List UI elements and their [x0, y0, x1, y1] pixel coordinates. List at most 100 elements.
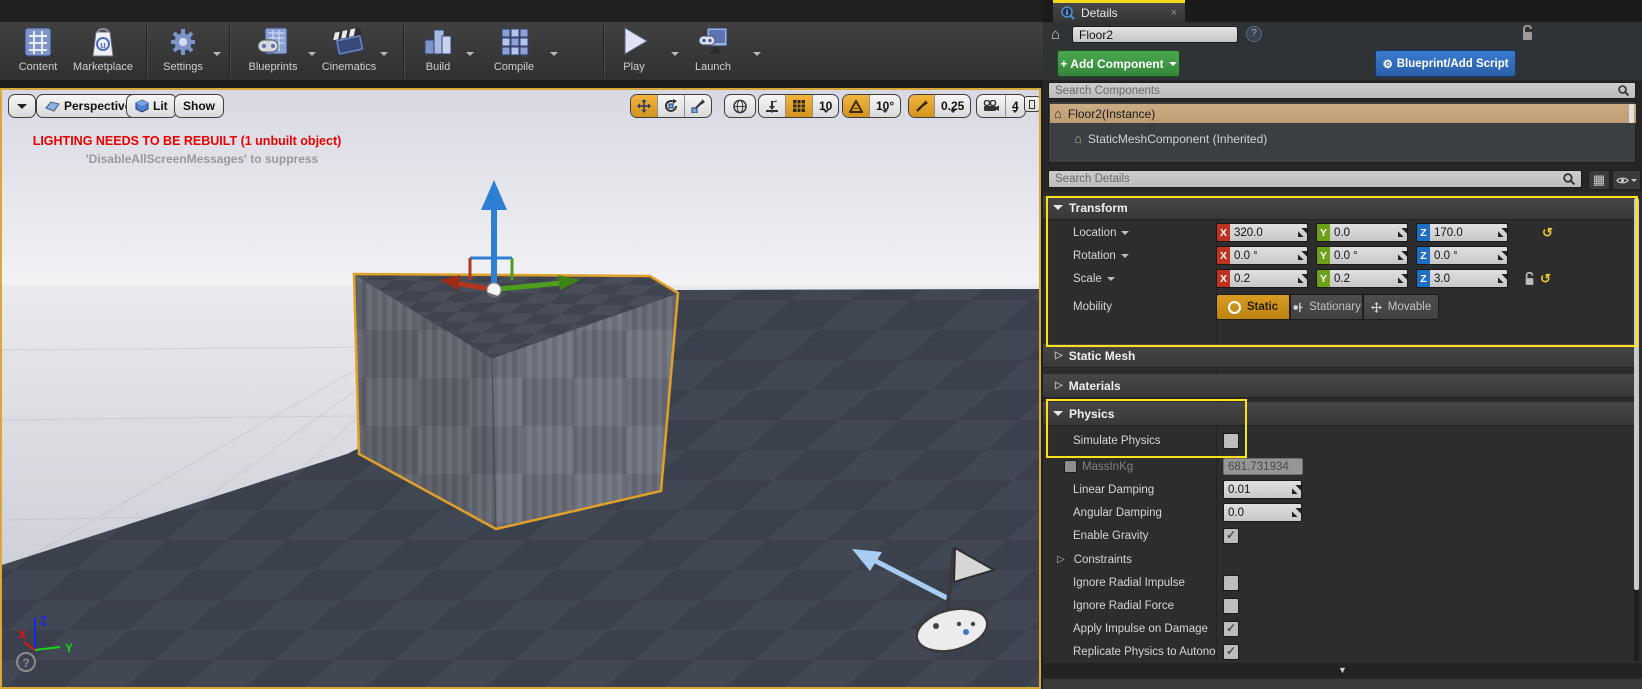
- rotation-snap-value-button[interactable]: 10°: [870, 95, 900, 117]
- unreal-editor-window: Content u Marketplace Settings Blueprint…: [0, 0, 1642, 689]
- grid-snap-toggle-button[interactable]: [786, 95, 813, 117]
- location-row: Location X 320.0 Y 0.0 Z 170.0 ↺: [1043, 222, 1635, 243]
- details-panel: i Details × ⌂ Floor2 ? + Add Component ⚙…: [1043, 0, 1642, 689]
- rotation-x-field[interactable]: X 0.0 °: [1216, 246, 1308, 265]
- actor-name-field[interactable]: Floor2: [1072, 26, 1238, 43]
- linear-damping-field[interactable]: 0.01: [1223, 480, 1302, 499]
- mobility-stationary-button[interactable]: Stationary: [1290, 294, 1363, 320]
- camera-speed-icon: [983, 100, 999, 111]
- scrollbar-thumb[interactable]: [1634, 198, 1639, 590]
- world-local-toggle-button[interactable]: [724, 94, 756, 118]
- search-icon: [1563, 173, 1575, 185]
- lock-icon[interactable]: [1521, 25, 1534, 41]
- launch-button[interactable]: Launch: [684, 24, 742, 78]
- chevron-down-icon[interactable]: [308, 52, 316, 60]
- add-component-button[interactable]: + Add Component: [1057, 50, 1180, 77]
- perspective-button[interactable]: Perspective: [36, 94, 141, 118]
- show-menu-button[interactable]: Show: [174, 94, 224, 118]
- play-button[interactable]: Play: [606, 24, 662, 78]
- display-filter-button[interactable]: [1612, 170, 1641, 190]
- camera-speed-button[interactable]: [977, 95, 1006, 117]
- blueprint-add-script-button[interactable]: ⚙ Blueprint/Add Script: [1375, 50, 1516, 77]
- rotation-snap-toggle-button[interactable]: [843, 95, 870, 117]
- checkbox[interactable]: ✓: [1223, 527, 1239, 544]
- location-x-field[interactable]: X 320.0: [1216, 223, 1308, 242]
- scale-z-field[interactable]: Z 3.0: [1416, 269, 1508, 288]
- search-details-input[interactable]: Search Details: [1048, 170, 1582, 188]
- launch-icon: [698, 27, 728, 54]
- reset-to-default-icon[interactable]: ↺: [1542, 225, 1553, 241]
- content-button[interactable]: Content: [8, 24, 68, 78]
- grid-view-icon[interactable]: ▦: [1588, 170, 1610, 190]
- blueprints-button[interactable]: Blueprints: [238, 24, 308, 78]
- viewport-canvas[interactable]: Z Y X ? LIGHTING NEEDS TO BE REBUILT (1 …: [0, 88, 1041, 689]
- grid-snap-value-button[interactable]: 10: [813, 95, 838, 117]
- chevron-down-icon[interactable]: [466, 52, 474, 60]
- chevron-down-icon: [949, 110, 956, 116]
- gear-icon: ⚙: [1382, 58, 1393, 71]
- expander-closed-icon: ▷: [1055, 380, 1063, 391]
- chevron-down-icon[interactable]: [213, 52, 221, 60]
- component-row-selected[interactable]: ⌂ Floor2(Instance): [1050, 104, 1636, 123]
- scale-snap-toggle-button[interactable]: [909, 95, 935, 117]
- mobility-movable-button[interactable]: Movable: [1363, 294, 1439, 320]
- physics-section-header[interactable]: Physics: [1043, 402, 1635, 426]
- tab-details[interactable]: i Details ×: [1053, 0, 1185, 22]
- checkbox[interactable]: [1223, 597, 1239, 614]
- chevron-down-icon[interactable]: [380, 52, 388, 60]
- component-row[interactable]: ⌂ StaticMeshComponent (Inherited): [1050, 129, 1642, 148]
- location-z-field[interactable]: Z 170.0: [1416, 223, 1508, 242]
- rotation-y-field[interactable]: Y 0.0 °: [1316, 246, 1408, 265]
- angular-damping-field[interactable]: 0.0: [1223, 503, 1302, 522]
- cinematics-button[interactable]: Cinematics: [316, 24, 382, 78]
- camera-speed-value-button[interactable]: 4: [1006, 95, 1025, 117]
- scale-y-field[interactable]: Y 0.2: [1316, 269, 1408, 288]
- checkbox[interactable]: ✓: [1223, 643, 1239, 660]
- chevron-down-icon[interactable]: [550, 52, 558, 60]
- close-icon[interactable]: ×: [1171, 7, 1177, 19]
- checkbox[interactable]: [1223, 574, 1239, 591]
- checkbox[interactable]: ✓: [1223, 620, 1239, 637]
- chevron-down-icon: [882, 110, 889, 116]
- lit-mode-button[interactable]: Lit: [126, 94, 177, 118]
- translate-tool-button[interactable]: [631, 95, 658, 117]
- scale-tool-button[interactable]: [685, 95, 711, 117]
- scale-x-field[interactable]: X 0.2: [1216, 269, 1308, 288]
- materials-section-header[interactable]: ▷ Materials: [1043, 374, 1635, 398]
- compile-button[interactable]: Compile: [484, 24, 544, 78]
- help-icon[interactable]: ?: [1246, 26, 1262, 42]
- marketplace-button[interactable]: u Marketplace: [66, 24, 140, 78]
- build-button[interactable]: Build: [412, 24, 464, 78]
- scale-lock-icon[interactable]: [1524, 271, 1535, 286]
- viewport-options-button[interactable]: [8, 94, 36, 118]
- transform-section-header[interactable]: Transform: [1043, 196, 1635, 220]
- constraints-row[interactable]: ▷ Constraints: [1043, 549, 1635, 570]
- mass-row: MassInKg 681.731934: [1043, 456, 1635, 477]
- search-icon: [1618, 85, 1629, 96]
- reset-to-default-icon[interactable]: ↺: [1540, 271, 1551, 287]
- chevron-down-icon[interactable]: [671, 52, 679, 60]
- movable-icon: [1370, 301, 1382, 313]
- scene-render: Z Y X ?: [2, 90, 1039, 687]
- maximize-icon: [1029, 99, 1035, 109]
- maximize-viewport-button[interactable]: [1024, 96, 1039, 112]
- checkbox[interactable]: [1223, 432, 1239, 449]
- settings-gear-icon: [171, 29, 195, 55]
- chevron-down-icon[interactable]: [753, 52, 761, 60]
- tree-scrollbar[interactable]: [1629, 104, 1634, 123]
- settings-button[interactable]: Settings: [154, 24, 212, 78]
- rotate-tool-button[interactable]: [658, 95, 685, 117]
- checkbox[interactable]: [1064, 460, 1077, 473]
- scroll-more-strip[interactable]: ▼: [1043, 663, 1642, 677]
- globe-icon: [733, 99, 747, 113]
- mobility-static-button[interactable]: Static: [1216, 294, 1290, 320]
- location-y-field[interactable]: Y 0.0: [1316, 223, 1408, 242]
- actor-home-icon: ⌂: [1051, 26, 1061, 43]
- static-mesh-section-header[interactable]: ▷ Static Mesh: [1043, 344, 1635, 368]
- chevron-down-icon: [1631, 178, 1637, 185]
- rotation-z-field[interactable]: Z 0.0 °: [1416, 246, 1508, 265]
- expander-open-icon: [1053, 410, 1063, 421]
- scale-snap-value-button[interactable]: 0.25: [935, 95, 970, 117]
- surface-snap-button[interactable]: [759, 95, 786, 117]
- search-components-input[interactable]: Search Components: [1048, 82, 1636, 99]
